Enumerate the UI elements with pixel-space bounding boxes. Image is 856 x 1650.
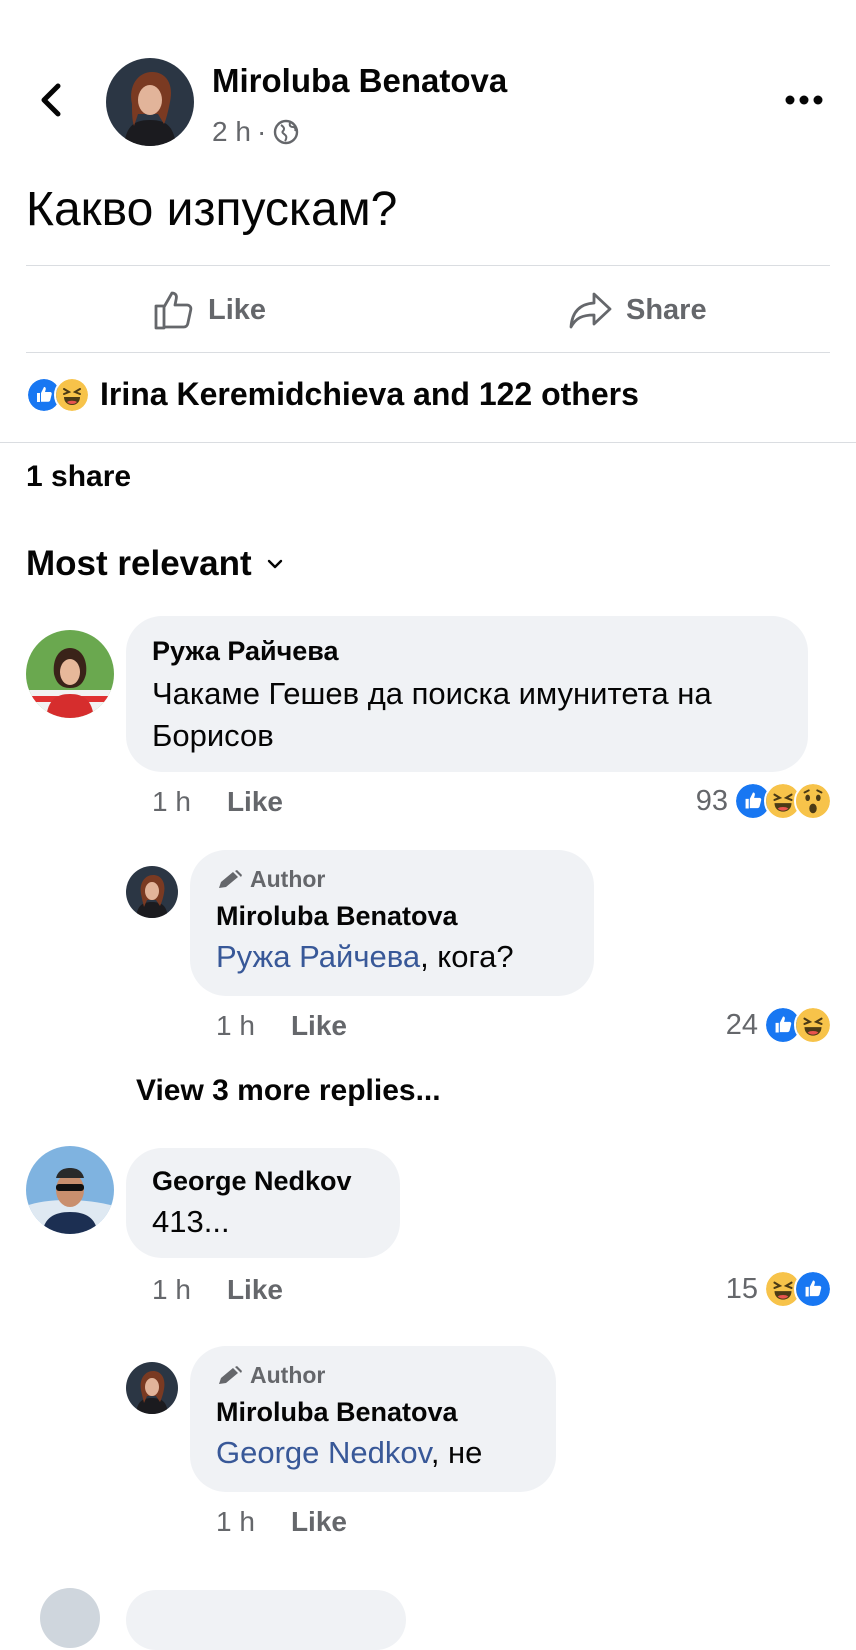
divider: [26, 352, 830, 353]
reply-meta: 1 h Like: [216, 1506, 347, 1538]
post-time[interactable]: 2 h: [212, 116, 251, 148]
reply-author-avatar[interactable]: [126, 866, 178, 918]
author-avatar[interactable]: [106, 58, 194, 146]
comment-sort-dropdown[interactable]: Most relevant: [26, 544, 284, 584]
commenter-name[interactable]: George Nedkov: [152, 1166, 374, 1197]
wow-reaction-icon: [794, 782, 832, 820]
chevron-down-icon: [267, 559, 282, 569]
meta-separator: ·: [256, 116, 267, 147]
comment-bubble[interactable]: George Nedkov 413...: [126, 1148, 400, 1258]
comment-text: 413...: [152, 1204, 230, 1239]
reply-author-name[interactable]: Miroluba Benatova: [216, 901, 568, 932]
comment-reaction-count: 15: [725, 1272, 758, 1305]
pencil-icon: [219, 1365, 242, 1384]
reply-bubble[interactable]: Author Miroluba Benatova George Nedkov, …: [190, 1346, 556, 1492]
like-thumb-icon: [154, 291, 193, 330]
comment-meta: 1 h Like: [152, 1274, 283, 1306]
author-badge: Author: [216, 866, 568, 893]
post-meta: 2 h ·: [212, 116, 300, 148]
post-text: Какво изпускам?: [26, 183, 398, 236]
comment-like-button[interactable]: Like: [227, 1274, 283, 1306]
commenter-avatar[interactable]: [26, 1146, 114, 1234]
reply-author-name[interactable]: Miroluba Benatova: [216, 1397, 530, 1428]
comment-time[interactable]: 1 h: [152, 786, 191, 818]
globe-icon: [274, 119, 299, 145]
comment-bubble[interactable]: [126, 1590, 406, 1650]
comment-text: Чакаме Гешев да поиска имунитета на Бори…: [152, 676, 712, 753]
commenter-avatar[interactable]: [40, 1588, 100, 1648]
share-button[interactable]: Share: [568, 284, 707, 336]
author-badge-label: Author: [250, 1362, 326, 1388]
mention-link[interactable]: Ружа Райчева: [216, 939, 420, 974]
back-icon[interactable]: [36, 80, 66, 120]
reply-reactions[interactable]: 24: [726, 1006, 832, 1044]
like-button[interactable]: Like: [152, 284, 266, 336]
reactions-summary[interactable]: Irina Keremidchieva and 122 others: [26, 376, 639, 413]
comment-like-button[interactable]: Like: [227, 786, 283, 818]
share-button-label: Share: [626, 293, 707, 326]
post-author-name[interactable]: Miroluba Benatova: [212, 62, 507, 100]
comment-reaction-count: 93: [695, 784, 728, 817]
divider: [26, 265, 830, 266]
reactions-summary-text: Irina Keremidchieva and 122 others: [100, 376, 639, 412]
comment-meta: 1 h Like: [152, 786, 283, 818]
reply-like-button[interactable]: Like: [291, 1506, 347, 1538]
author-badge-label: Author: [250, 866, 326, 892]
reply-bubble[interactable]: Author Miroluba Benatova Ружа Райчева, к…: [190, 850, 594, 996]
reply-meta: 1 h Like: [216, 1010, 347, 1042]
comment-bubble[interactable]: Ружа Райчева Чакаме Гешев да поиска имун…: [126, 616, 808, 772]
divider: [0, 442, 856, 443]
haha-reaction-icon: [794, 1006, 832, 1044]
more-icon[interactable]: [784, 94, 824, 106]
shares-count[interactable]: 1 share: [26, 460, 131, 494]
haha-reaction-icon: [54, 376, 90, 413]
sort-label: Most relevant: [26, 544, 252, 583]
author-badge: Author: [216, 1362, 530, 1389]
reply-time[interactable]: 1 h: [216, 1010, 255, 1042]
comment-reactions[interactable]: 15: [726, 1270, 832, 1308]
reply-reaction-count: 24: [725, 1008, 758, 1041]
commenter-avatar[interactable]: [26, 630, 114, 718]
like-button-label: Like: [208, 293, 267, 326]
view-more-replies-link[interactable]: View 3 more replies...: [136, 1074, 441, 1108]
reply-text: George Nedkov, не: [216, 1432, 530, 1474]
like-reaction-icon: [794, 1270, 832, 1308]
mention-link[interactable]: George Nedkov: [216, 1435, 431, 1470]
commenter-name[interactable]: Ружа Райчева: [152, 636, 782, 667]
comment-time[interactable]: 1 h: [152, 1274, 191, 1306]
reply-text-rest: , кога?: [420, 939, 514, 974]
reply-author-avatar[interactable]: [126, 1362, 178, 1414]
comment-reactions[interactable]: 93: [696, 782, 832, 820]
reply-like-button[interactable]: Like: [291, 1010, 347, 1042]
reply-text-rest: , не: [430, 1435, 483, 1470]
share-arrow-icon: [569, 292, 612, 329]
reply-text: Ружа Райчева, кога?: [216, 936, 568, 978]
reply-time[interactable]: 1 h: [216, 1506, 255, 1538]
pencil-icon: [219, 869, 242, 888]
